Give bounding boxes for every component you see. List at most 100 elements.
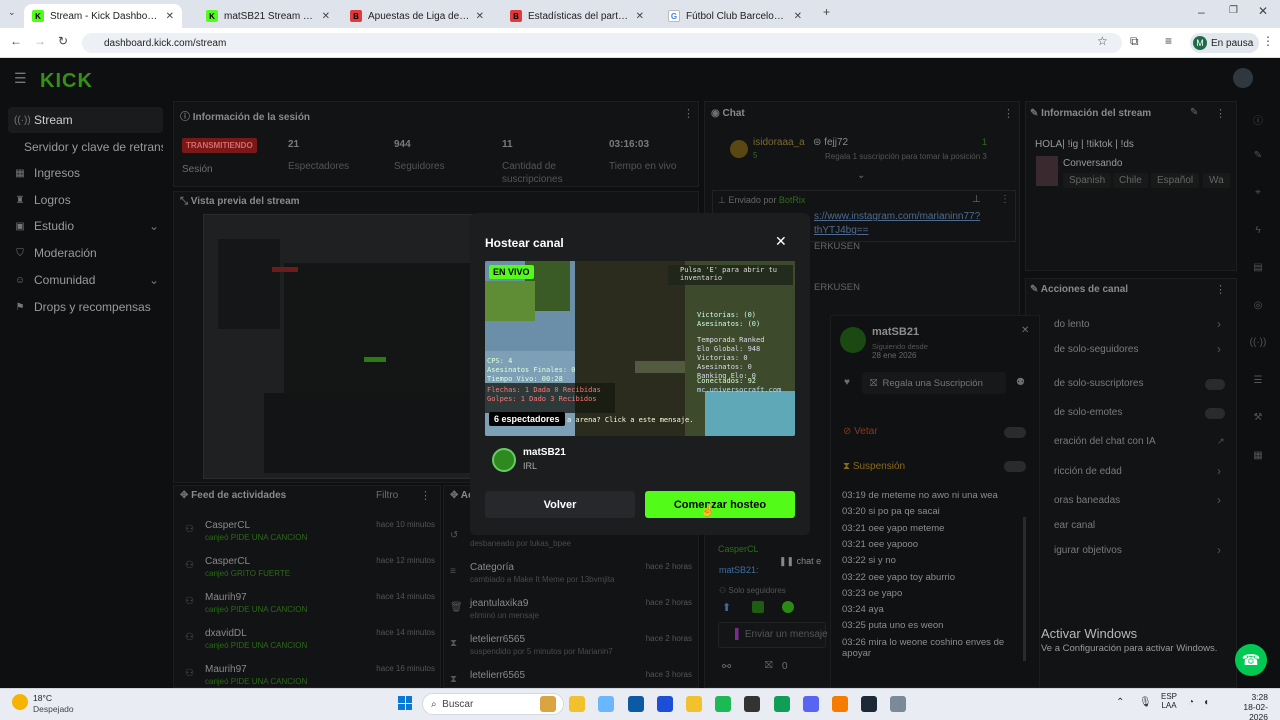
rail-target-icon[interactable]: ⌖ <box>1248 187 1268 198</box>
taskbar-app-icon-3[interactable] <box>627 696 644 712</box>
media-icon[interactable]: ≡ <box>1165 34 1172 48</box>
game-chat-msg: a arena? Click a este mensaje. <box>567 416 694 424</box>
tab-close-icon[interactable]: ✕ <box>636 11 644 22</box>
toggle-switch[interactable] <box>1205 408 1225 419</box>
channel-action-5[interactable]: ricción de edad <box>1054 466 1122 477</box>
forward-icon[interactable]: → <box>34 34 46 48</box>
modlog-icon: ↺ <box>450 530 459 541</box>
game-prompt: Pulsa 'E' para abrir tu inventario <box>680 266 777 282</box>
back-button[interactable]: Volver <box>485 491 635 518</box>
viewer-count-badge: 6 espectadores <box>489 412 565 426</box>
sidebar-item-label: Logros <box>34 193 71 207</box>
chevron-right-icon[interactable]: › <box>1217 342 1221 356</box>
sidebar-item-4[interactable]: ▣ Estudio ⌄ <box>8 213 163 239</box>
new-tab-icon[interactable]: + <box>823 5 830 19</box>
taskbar-app-icon-7[interactable] <box>744 696 761 712</box>
extensions-icon[interactable]: ⧉ <box>1130 34 1139 49</box>
minimize-icon[interactable]: – <box>1198 5 1205 19</box>
close-window-icon[interactable]: ✕ <box>1258 4 1268 18</box>
taskbar-app-icon-4[interactable] <box>656 696 673 712</box>
rail-calendar-icon[interactable]: ▦ <box>1248 450 1268 461</box>
history-message: 03:25 puta uno es weon <box>842 620 943 631</box>
stream-preview-thumbnail[interactable]: EN VIVO Pulsa 'E' para abrir tu inventar… <box>485 261 795 436</box>
chevron-right-icon[interactable]: › <box>1217 464 1221 478</box>
tab-list-icon[interactable]: ⌄ <box>8 7 16 18</box>
taskbar-app-icon-5[interactable] <box>686 696 702 712</box>
start-hosting-button[interactable]: Comenzar hosteo <box>645 491 795 518</box>
maximize-icon[interactable]: ❐ <box>1229 5 1238 16</box>
sidebar-item-6[interactable]: ☺ Comunidad ⌄ <box>8 267 163 293</box>
tag-1[interactable]: Chile <box>1113 173 1148 188</box>
tray-up-icon[interactable]: ⌃ <box>1116 697 1124 708</box>
toggle-switch[interactable] <box>1205 379 1225 390</box>
weather-icon[interactable] <box>12 694 28 710</box>
rail-doc-icon[interactable]: ▤ <box>1248 262 1268 273</box>
sidebar-item-5[interactable]: ⛉ Moderación <box>8 240 163 266</box>
taskbar-app-icon-10[interactable] <box>832 696 848 712</box>
profile-button[interactable]: M En pausa <box>1190 33 1260 53</box>
wifi-icon[interactable]: ◔ <box>1188 697 1194 708</box>
taskbar-app-icon-9[interactable] <box>802 696 819 712</box>
tab-0[interactable]: K Stream - Kick Dashboard ✕ <box>24 4 182 28</box>
tab-close-icon[interactable]: ✕ <box>322 11 330 22</box>
channel-action-8[interactable]: igurar objetivos <box>1054 545 1122 556</box>
rail-bolt-icon[interactable]: ϟ <box>1248 225 1268 236</box>
sidebar-item-7[interactable]: ⚑ Drops y recompensas <box>8 294 163 320</box>
rail-broadcast-icon[interactable]: ((·)) <box>1248 337 1268 348</box>
mic-icon[interactable]: 🎙 <box>1139 697 1152 708</box>
sidebar-item-3[interactable]: ♜ Logros <box>8 187 163 213</box>
start-icon[interactable] <box>398 696 412 710</box>
taskbar-app-icon-6[interactable] <box>715 696 732 712</box>
taskbar-app-icon-11[interactable] <box>861 696 878 712</box>
language-indicator[interactable]: ESP LAA <box>1161 692 1177 710</box>
tab-close-icon[interactable]: ✕ <box>476 11 484 22</box>
clock[interactable]: 3:28 18-02-2026 <box>1228 692 1268 720</box>
external-link-icon[interactable]: ↗ <box>1217 436 1225 447</box>
tab-4[interactable]: G Fútbol Club Barcelona - Buscar ✕ <box>660 4 810 28</box>
channel-action-0[interactable]: do lento <box>1054 319 1090 330</box>
channel-action-7[interactable]: ear canal <box>1054 520 1095 531</box>
close-icon[interactable]: ✕ <box>775 233 787 250</box>
address-bar[interactable]: dashboard.kick.com/stream <box>82 33 1122 53</box>
rail-edit-icon[interactable]: ✎ <box>1248 150 1268 161</box>
reload-icon[interactable]: ↻ <box>58 34 68 48</box>
browser-menu-icon[interactable]: ⋮ <box>1262 34 1274 48</box>
modlog-time: hace 2 horas <box>645 562 692 571</box>
taskbar-app-icon-12[interactable] <box>890 696 907 712</box>
volume-icon[interactable]: ◖ <box>1203 697 1209 708</box>
history-message: 03:23 oe yapo <box>842 588 902 599</box>
tab-close-icon[interactable]: ✕ <box>166 11 174 22</box>
taskbar-app-icon-2[interactable] <box>598 696 615 712</box>
channel-action-4[interactable]: eración del chat con IA <box>1054 436 1156 447</box>
chevron-right-icon[interactable]: › <box>1217 317 1221 331</box>
sidebar-item-1[interactable]: Servidor y clave de retransm <box>8 134 163 160</box>
channel-action-6[interactable]: oras baneadas <box>1054 495 1120 506</box>
tab-title: matSB21 Stream - Watch Live o <box>224 10 316 22</box>
taskbar-app-icon-0[interactable] <box>540 696 556 712</box>
rail-info-icon[interactable]: ⓘ <box>1248 112 1268 127</box>
history-text: si y no <box>868 555 896 567</box>
tab-2[interactable]: B Apuestas de Liga de Primera - B ✕ <box>342 4 492 28</box>
rail-tool-icon[interactable]: ⚒ <box>1248 412 1268 423</box>
rail-chat-icon[interactable]: ◎ <box>1248 300 1268 311</box>
tab-1[interactable]: KmatSB21 Stream - Watch Live o ✕ <box>198 4 338 28</box>
taskbar-app-icon-1[interactable] <box>569 696 586 712</box>
tab-close-icon[interactable]: ✕ <box>794 11 802 22</box>
tag-2[interactable]: Español <box>1151 173 1200 188</box>
chevron-right-icon[interactable]: › <box>1217 543 1221 557</box>
channel-action-3[interactable]: de solo-emotes <box>1054 407 1122 418</box>
channel-action-2[interactable]: de solo-suscriptores <box>1054 378 1143 389</box>
sidebar-item-0[interactable]: ((·)) Stream <box>8 107 163 133</box>
sidebar-item-2[interactable]: ▦ Ingresos <box>8 160 163 186</box>
feed-time: hace 14 minutos <box>376 628 435 637</box>
modlog-row: ⧗ letelierr6565 suspendido por 5 minutos p… <box>450 634 692 668</box>
rail-list-icon[interactable]: ☰ <box>1248 375 1268 386</box>
chevron-right-icon[interactable]: › <box>1217 493 1221 507</box>
tag-0[interactable]: Spanish <box>1063 173 1112 188</box>
tab-3[interactable]: B Estadísticas del partido | Betano ✕ <box>502 4 652 28</box>
taskbar-app-icon-8[interactable] <box>773 696 790 712</box>
channel-action-1[interactable]: de solo-seguidores <box>1054 344 1139 355</box>
back-icon[interactable]: ← <box>10 34 22 48</box>
tag-3[interactable]: Wa <box>1203 173 1230 188</box>
bookmark-star-icon[interactable]: ☆ <box>1097 34 1108 48</box>
